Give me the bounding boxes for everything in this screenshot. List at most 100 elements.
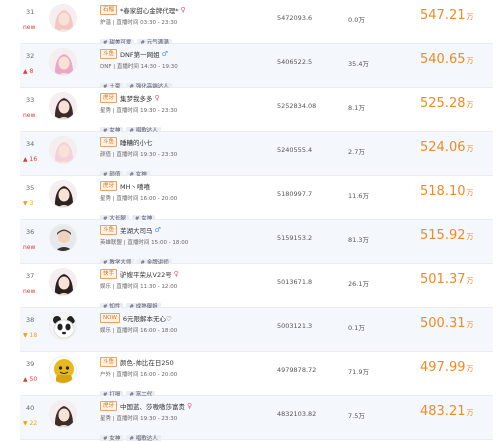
- follower-count: 5003121.3: [277, 322, 313, 330]
- popularity-unit: 万: [466, 101, 474, 109]
- rank-number: 35: [26, 184, 35, 192]
- tag-list: [100, 337, 320, 347]
- rank-number: 33: [26, 96, 35, 104]
- streamer-name[interactable]: 颜色-帅比在日250: [120, 357, 174, 367]
- table-row[interactable]: 34 ▲ 16 斗鱼 睡糟的小七 颜值 | 直播时间 19:30 - 23:30 # 颜值…: [20, 132, 493, 179]
- streamer-name[interactable]: MH丶嘻嘻: [120, 181, 150, 191]
- tag-list: # 甜美可爱 # 元气满满: [100, 29, 320, 47]
- female-icon: ♀: [154, 94, 160, 102]
- rank-number: 34: [26, 140, 35, 148]
- follower-count: 5240555.4: [277, 146, 313, 154]
- popularity-unit: 万: [466, 409, 474, 417]
- rank-change-indicator: new: [23, 244, 36, 251]
- streamer-name[interactable]: 睡糟的小七: [120, 137, 153, 147]
- popularity-value: 518.10万: [420, 184, 474, 199]
- streamer-name[interactable]: 芜湖大司马: [120, 225, 153, 235]
- female-avatar-icon[interactable]: [49, 136, 77, 164]
- table-row[interactable]: 35 ▼ 3 虎牙 MH丶嘻嘻 星秀 | 直播时间 16:00 - 20:00 # 大长腿…: [20, 176, 493, 223]
- gift-value: 0.0万: [348, 16, 365, 24]
- tag-list: # 知性 # 成熟御姐: [100, 293, 320, 311]
- table-row[interactable]: 36 new 斗鱼 芜湖大司马 ♂ 英雄联盟 | 直播时间 15:00 - 18:00 # …: [20, 220, 493, 267]
- rank-change-indicator: new: [23, 24, 36, 31]
- popularity-number: 500.31: [420, 316, 466, 331]
- female-icon: ♀: [180, 6, 186, 14]
- table-row[interactable]: 39 ▲ 50 斗鱼 颜色-帅比在日250 户外 | 直播时间 16:00 - 20:0…: [20, 352, 493, 399]
- streamer-name[interactable]: 驴嫂平荣从V22号: [120, 269, 172, 279]
- platform-badge: 斗鱼: [100, 137, 118, 147]
- female-avatar-icon[interactable]: [49, 180, 77, 208]
- rank-change-indicator: ▲ 50: [23, 376, 38, 383]
- popularity-number: 524.06: [420, 140, 466, 155]
- streamer-name[interactable]: DNF第一网姐: [120, 49, 160, 59]
- platform-badge: 石榴: [100, 5, 118, 15]
- male-avatar-icon[interactable]: [49, 224, 77, 252]
- table-row[interactable]: 38 ▼ 18 NOW 6元限解本无心♡ 娱乐 | 直播时间 16:00 - 18:00…: [20, 308, 493, 352]
- follower-count: 5252834.08: [277, 102, 317, 110]
- gift-value: 8.1万: [348, 104, 365, 112]
- table-row[interactable]: 32 ▲ 8 斗鱼 DNF第一网姐 ♂ DNF | 直播时间 14:30 - 19:30 #…: [20, 44, 493, 91]
- popularity-number: 518.10: [420, 184, 466, 199]
- popularity-value: 497.99万: [420, 360, 474, 375]
- popularity-unit: 万: [466, 189, 474, 197]
- platform-badge: 虎牙: [100, 93, 118, 103]
- rank-number: 32: [26, 52, 35, 60]
- follower-count: 4979878.72: [277, 366, 317, 374]
- follower-count: 5180997.7: [277, 190, 313, 198]
- tag[interactable]: # 唱歌达人: [126, 435, 161, 441]
- streamer-name[interactable]: 6元限解本无心♡: [123, 313, 172, 323]
- platform-badge: 快手: [100, 269, 118, 279]
- tag-list: # 女神 # 唱歌达人: [100, 117, 320, 135]
- tag[interactable]: # 女神: [100, 435, 124, 441]
- ranking-list: 31 new 石榴 *春家甜心金牌代理* ♀ 炉温 | 直播时间 03:30 - 23:3…: [0, 0, 500, 441]
- female-avatar-icon[interactable]: [49, 4, 77, 32]
- popularity-value: 483.21万: [420, 404, 474, 419]
- popularity-number: 540.65: [420, 52, 466, 67]
- gold-mascot-avatar-icon[interactable]: [49, 356, 77, 384]
- gift-value: 26.1万: [348, 280, 369, 288]
- popularity-number: 525.28: [420, 96, 466, 111]
- popularity-unit: 万: [466, 233, 474, 241]
- rank-number: 39: [26, 360, 35, 368]
- male-icon: ♂: [154, 226, 161, 234]
- popularity-value: 524.06万: [420, 140, 474, 155]
- follower-count: 5013671.8: [277, 278, 313, 286]
- popularity-unit: 万: [466, 321, 474, 329]
- table-row[interactable]: 40 ▼ 22 虎牙 中国蓝、莎嗷嗷莎富贵 ♀ 星秀 | 直播时间 19:30 - 23:…: [20, 396, 493, 441]
- table-row[interactable]: 31 new 石榴 *春家甜心金牌代理* ♀ 炉温 | 直播时间 03:30 - 23:3…: [20, 0, 493, 47]
- rank-number: 31: [26, 8, 35, 16]
- rank-number: 37: [26, 272, 35, 280]
- popularity-number: 497.99: [420, 360, 466, 375]
- panda-avatar-icon[interactable]: [49, 312, 77, 340]
- female-avatar-icon[interactable]: [49, 48, 77, 76]
- follower-count: 5472093.6: [277, 14, 313, 22]
- female-avatar-icon[interactable]: [49, 92, 77, 120]
- platform-badge: 斗鱼: [100, 357, 118, 367]
- gift-value: 71.9万: [348, 368, 369, 376]
- rank-change-indicator: new: [23, 112, 36, 119]
- streamer-name[interactable]: *春家甜心金牌代理*: [120, 5, 179, 15]
- female-avatar-icon[interactable]: [49, 268, 77, 296]
- streamer-name[interactable]: 中国蓝、莎嗷嗷莎富贵: [120, 401, 185, 411]
- tag-list: # 颜值 # 女神: [100, 161, 320, 179]
- popularity-number: 515.92: [420, 228, 466, 243]
- gift-value: 11.6万: [348, 192, 369, 200]
- tag-list: # 打嗝 # 富二代: [100, 381, 320, 399]
- female-icon: ♀: [173, 270, 179, 278]
- platform-badge: 虎牙: [100, 401, 118, 411]
- platform-badge: 虎牙: [100, 181, 118, 191]
- female-icon: ♀: [187, 402, 193, 410]
- tag-list: # 教学大师 # 金牌讲师: [100, 249, 320, 267]
- platform-badge: 斗鱼: [100, 225, 118, 235]
- rank-change-indicator: ▲ 16: [23, 156, 38, 163]
- gift-value: 0.1万: [348, 324, 365, 332]
- female-avatar-icon[interactable]: [49, 400, 77, 428]
- table-row[interactable]: 37 new 快手 驴嫂平荣从V22号 ♀ 娱乐 | 直播时间 11:30 - 12:00…: [20, 264, 493, 311]
- streamer-name[interactable]: 集梦我多多: [120, 93, 153, 103]
- popularity-value: 525.28万: [420, 96, 474, 111]
- gift-value: 2.7万: [348, 148, 365, 156]
- popularity-value: 547.21万: [420, 8, 474, 23]
- follower-count: 4832103.82: [277, 410, 317, 418]
- popularity-value: 501.37万: [420, 272, 474, 287]
- popularity-number: 547.21: [420, 8, 466, 23]
- table-row[interactable]: 33 new 虎牙 集梦我多多 ♀ 星秀 | 直播时间 19:30 - 23:30 # 女神…: [20, 88, 493, 135]
